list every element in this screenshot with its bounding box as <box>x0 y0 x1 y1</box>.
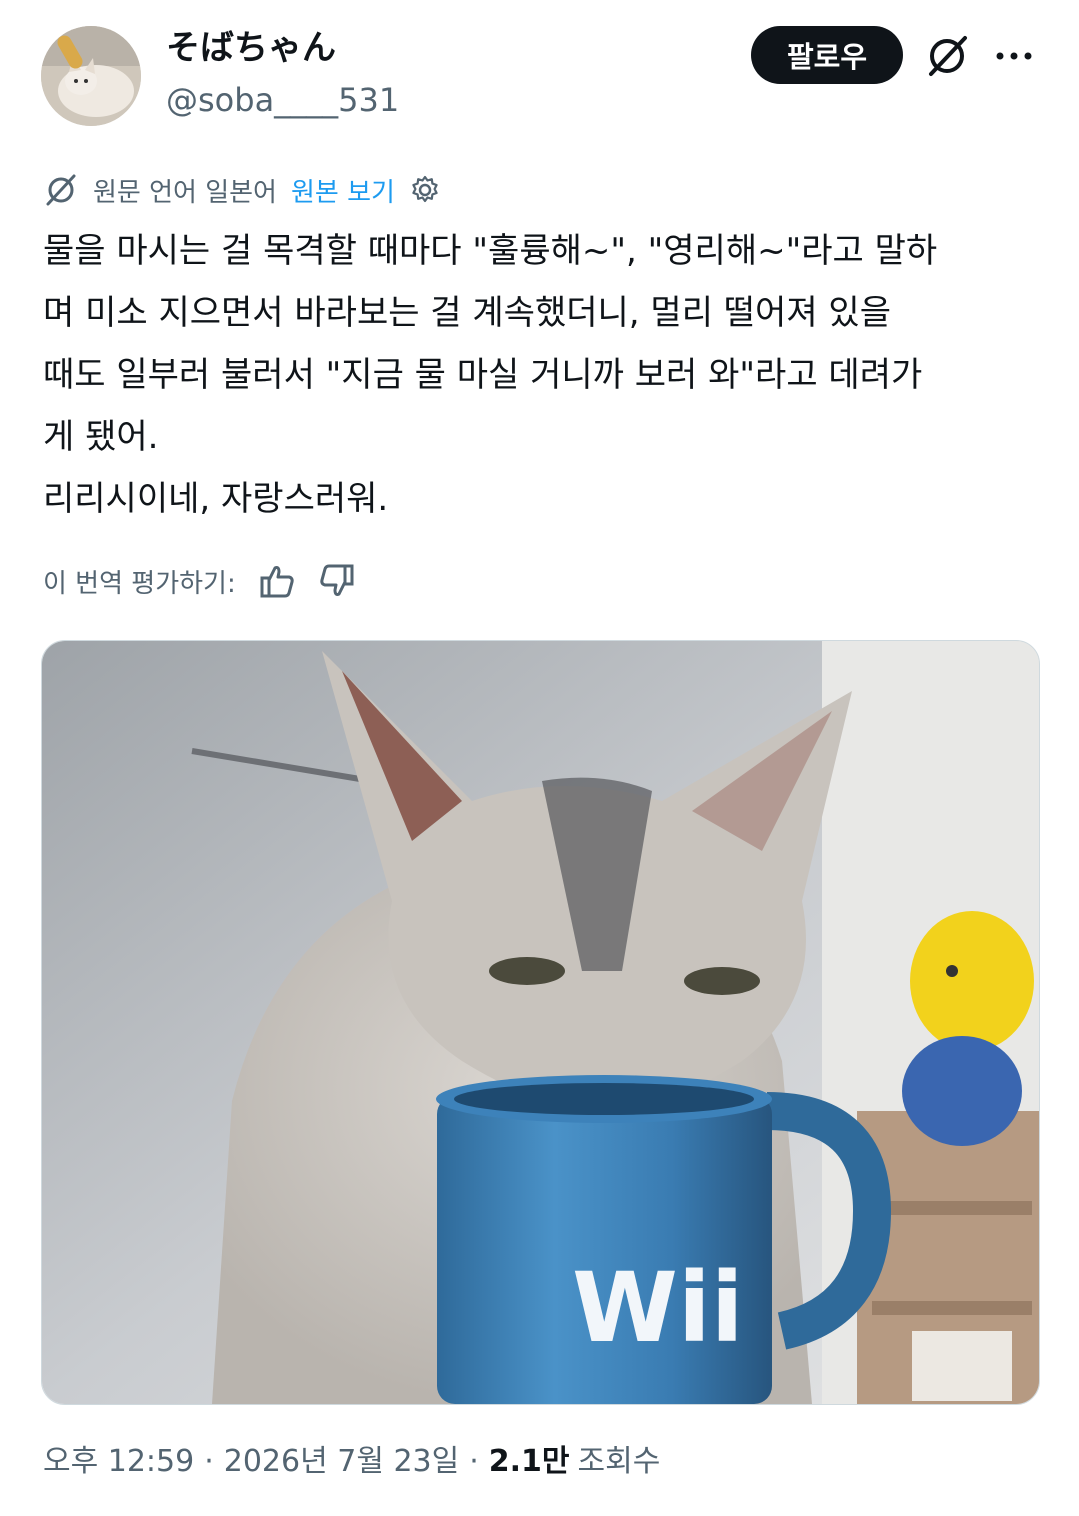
gear-icon[interactable] <box>409 174 441 206</box>
translate-grok-icon <box>43 172 79 208</box>
views-count: 2.1만 <box>488 1444 570 1479</box>
show-original-link[interactable]: 원본 보기 <box>291 172 395 209</box>
follow-button[interactable]: 팔로우 <box>751 26 903 84</box>
grok-icon[interactable] <box>923 32 971 80</box>
thumbs-down-icon[interactable] <box>318 562 356 600</box>
post-date[interactable]: 2026년 7월 23일 <box>224 1440 459 1484</box>
avatar-cat-image <box>41 26 141 126</box>
post-text: 물을 마시는 걸 목격할 때마다 "훌륭해~", "영리해~"라고 말하 며 미… <box>43 231 938 519</box>
cat-drinking-photo: Wii <box>42 641 1039 1404</box>
translation-source-label: 원문 언어 일본어 <box>93 177 277 208</box>
separator-dot: · <box>469 1444 479 1479</box>
more-options-icon[interactable] <box>994 38 1034 74</box>
avatar[interactable] <box>41 26 141 126</box>
author-display-name[interactable]: そばちゃん <box>166 26 336 70</box>
post-meta: 오후 12:59 · 2026년 7월 23일 · 2.1만 조회수 <box>43 1440 660 1484</box>
thumbs-up-icon[interactable] <box>258 562 296 600</box>
rate-translation-label: 이 번역 평가하기: <box>43 568 236 599</box>
separator-dot: · <box>204 1444 214 1479</box>
author-handle[interactable]: @soba____531 <box>166 78 399 122</box>
translation-info: 원문 언어 일본어 원본 보기 <box>43 170 441 210</box>
post-time[interactable]: 오후 12:59 <box>43 1440 194 1484</box>
post-image[interactable]: Wii <box>41 640 1040 1405</box>
rate-translation: 이 번역 평가하기: <box>43 556 356 606</box>
mug-logo-text: Wii <box>572 1252 744 1364</box>
views-label: 조회수 <box>577 1444 661 1479</box>
